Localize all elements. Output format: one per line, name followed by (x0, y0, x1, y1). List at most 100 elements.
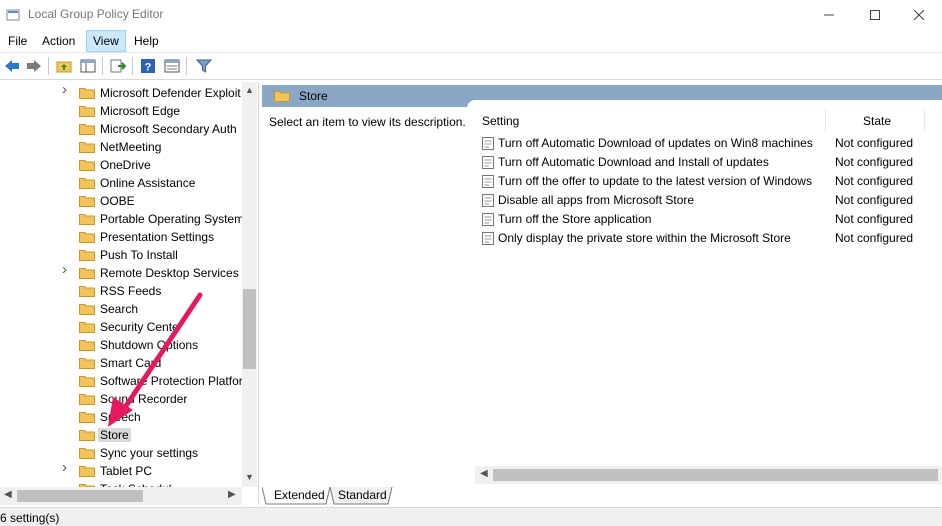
tree-item-label: OOBE (100, 194, 135, 208)
help-icon: ? (141, 59, 155, 74)
setting-row[interactable]: Turn off Automatic Download and Install … (467, 153, 942, 172)
chevron-right-icon[interactable]: › (62, 460, 72, 475)
filter-button[interactable] (194, 56, 214, 76)
tab-standard[interactable]: Standard (334, 487, 391, 504)
list-hscroll-thumb[interactable] (493, 469, 938, 481)
svg-text:?: ? (145, 62, 152, 74)
tree-item[interactable]: Smart Card (0, 354, 242, 372)
tree-item-label: Tablet PC (100, 464, 153, 478)
tree-item[interactable]: OneDrive (0, 156, 242, 174)
menu-action[interactable]: Action (36, 31, 81, 51)
minimize-button[interactable] (806, 0, 852, 30)
tree-item[interactable]: Sync your settings (0, 444, 242, 462)
tree-item[interactable]: Portable Operating System (0, 210, 244, 228)
chevron-right-icon[interactable]: › (62, 82, 72, 97)
setting-state: Not configured (835, 136, 914, 150)
tree-item[interactable]: Microsoft Edge (0, 102, 242, 120)
chevron-right-icon[interactable]: › (62, 262, 72, 277)
menu-help[interactable]: Help (128, 31, 165, 51)
scroll-up-arrow[interactable]: ▲ (245, 85, 254, 95)
folder-icon (79, 178, 95, 189)
folder-up-icon (56, 61, 72, 73)
up-one-level-button[interactable] (54, 56, 74, 76)
view-tabs: Extended Standard (262, 487, 942, 505)
tree-item[interactable]: Search (0, 300, 242, 318)
tree-item[interactable]: Presentation Settings (0, 228, 242, 246)
tab-extended[interactable]: Extended (270, 487, 329, 504)
scroll-right-arrow[interactable]: ▶ (228, 489, 236, 500)
status-text: 6 setting(s) (0, 511, 60, 525)
tree-item[interactable]: Store (0, 426, 242, 444)
toolbar-separator (132, 57, 133, 75)
policy-setting-icon (482, 232, 494, 245)
show-hide-console-tree-button[interactable] (78, 56, 98, 76)
back-button[interactable] (2, 56, 22, 76)
details-pane: Store Select an item to view its descrip… (262, 82, 942, 505)
tree-item[interactable]: OOBE (0, 192, 242, 210)
console-tree-icon (80, 59, 96, 73)
export-list-button[interactable] (108, 56, 128, 76)
back-arrow-icon (5, 60, 19, 72)
policy-setting-icon (482, 194, 494, 207)
console-tree: › Microsoft Defender Exploit Microsoft Edg… (0, 82, 259, 505)
column-divider[interactable] (924, 110, 925, 132)
tree-item-label: OneDrive (100, 158, 151, 172)
setting-row[interactable]: Disable all apps from Microsoft Store Not… (467, 191, 942, 210)
tree-scroll-thumb[interactable] (243, 289, 256, 369)
tree-item-label: Smart Card (100, 356, 162, 370)
policy-setting-icon (482, 175, 494, 188)
column-divider[interactable] (825, 110, 826, 132)
tree-item-label: Microsoft Secondary Auth (100, 122, 237, 136)
tree-item[interactable]: Sound Recorder (0, 390, 242, 408)
tree-item[interactable]: › Tablet PC (0, 460, 242, 480)
setting-state: Not configured (835, 212, 914, 226)
menu-view[interactable]: View (86, 30, 126, 52)
tree-item[interactable]: › Microsoft Defender Exploit (0, 82, 242, 102)
tree-item-label: Microsoft Defender Exploit (100, 86, 241, 100)
close-button[interactable] (896, 0, 942, 30)
setting-row[interactable]: Turn off the offer to update to the late… (467, 172, 942, 191)
tree-item[interactable]: RSS Feeds (0, 282, 242, 300)
maximize-button[interactable] (852, 0, 898, 30)
setting-row[interactable]: Only display the private store within th… (467, 229, 942, 248)
tree-item[interactable]: Security Cente (0, 318, 242, 336)
tree-item[interactable]: Software Protection Platfor (0, 372, 243, 390)
scroll-down-arrow[interactable]: ▼ (245, 472, 254, 482)
tree-item[interactable]: › Remote Desktop Services (0, 262, 242, 282)
properties-view-button[interactable] (162, 56, 182, 76)
column-header-state[interactable]: State (863, 114, 891, 134)
tree-item[interactable]: Microsoft Secondary Auth (0, 120, 242, 138)
tree-item-label: Sound Recorder (100, 392, 188, 406)
tree-item-label: NetMeeting (100, 140, 162, 154)
help-button[interactable]: ? (138, 56, 158, 76)
list-vertical-scrollbar[interactable] (927, 110, 942, 450)
tree-item-label: Search (100, 302, 139, 316)
tree-item[interactable]: NetMeeting (0, 138, 242, 156)
folder-icon (79, 106, 95, 117)
close-icon (914, 10, 924, 20)
tree-vertical-scrollbar[interactable]: ▲ ▼ (242, 82, 257, 487)
tree-item[interactable]: Shutdown Options (0, 336, 242, 354)
title-bar: Local Group Policy Editor (0, 0, 942, 30)
list-horizontal-scrollbar[interactable]: ◀ (475, 466, 942, 484)
status-bar: 6 setting(s) (0, 507, 942, 526)
setting-row[interactable]: Turn off the Store application Not config… (467, 210, 942, 229)
folder-icon (79, 250, 95, 261)
scroll-left-arrow[interactable]: ◀ (4, 489, 12, 500)
menu-file[interactable]: File (2, 31, 33, 51)
tree-horizontal-scrollbar[interactable]: ◀ ▶ (0, 487, 242, 505)
tree-item-label: Presentation Settings (100, 230, 215, 244)
setting-state: Not configured (835, 193, 914, 207)
tree-item[interactable]: Speech (0, 408, 242, 426)
forward-button[interactable] (24, 56, 44, 76)
filter-icon (196, 59, 212, 73)
scroll-left-arrow[interactable]: ◀ (480, 468, 488, 479)
tree-item[interactable]: Online Assistance (0, 174, 242, 192)
folder-icon (79, 160, 95, 171)
setting-name: Turn off Automatic Download of updates o… (498, 136, 813, 150)
column-header-setting[interactable]: Setting (482, 114, 519, 134)
setting-row[interactable]: Turn off Automatic Download of updates o… (467, 134, 942, 153)
tree-item[interactable]: Push To Install (0, 246, 242, 264)
folder-icon (79, 232, 95, 243)
tree-hscroll-thumb[interactable] (17, 490, 143, 502)
